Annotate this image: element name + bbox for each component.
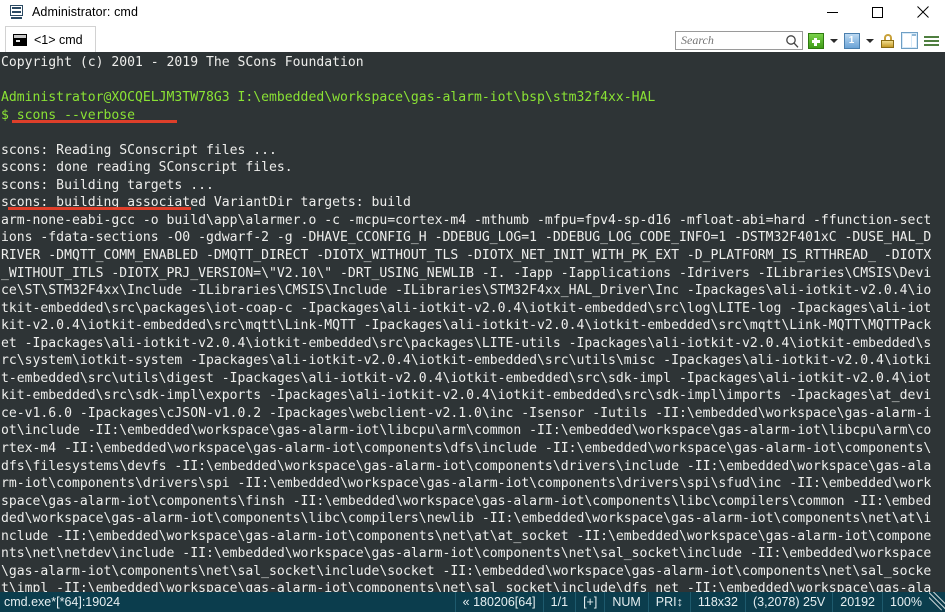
search-icon[interactable] bbox=[785, 34, 799, 48]
terminal-line: rtex-m4 -II:\embedded\workspace\gas-alar… bbox=[1, 441, 932, 457]
terminal-line: arm-none-eabi-gcc -o build\app\alarmer.o… bbox=[1, 212, 932, 228]
terminal-line: nts\net\netdev\include -II:\embedded\wor… bbox=[1, 546, 932, 562]
maximize-button[interactable] bbox=[855, 0, 900, 24]
terminal-line: Administrator@XOCQELJM3TW78G3 I:\embedde… bbox=[1, 90, 656, 106]
status-cell: (3,2078) 25V bbox=[744, 592, 832, 612]
terminal-line: scons: done reading SConscript files. bbox=[1, 160, 293, 176]
terminal-line: rm-iot\components\drivers\spi -II:\embed… bbox=[1, 476, 932, 492]
close-button[interactable] bbox=[900, 0, 945, 24]
console-app-icon bbox=[9, 4, 25, 20]
status-cell: 20192 bbox=[832, 592, 882, 612]
terminal-line: rc\system\iotkit-system -Ipackages\ali-i… bbox=[1, 353, 932, 369]
terminal-line: ce\ST\STM32F4xx\Include -ILibraries\CMSI… bbox=[1, 283, 932, 299]
padlock-icon bbox=[880, 33, 896, 49]
tab-label: <1> cmd bbox=[34, 32, 83, 47]
terminal-line: \gas-alarm-iot\components\net\sal_socket… bbox=[1, 563, 932, 579]
lock-button[interactable] bbox=[878, 31, 897, 50]
console-tab-icon bbox=[13, 33, 27, 46]
tab-toolbar: 1 bbox=[675, 31, 941, 50]
terminal-line: tkit-embedded\src\packages\iot-coap-c -I… bbox=[1, 300, 932, 316]
terminal-output[interactable]: Copyright (c) 2001 - 2019 The SCons Foun… bbox=[0, 52, 945, 592]
underline-gcc-command bbox=[8, 207, 191, 210]
status-cell: 100% bbox=[882, 592, 929, 612]
window-controls bbox=[810, 0, 945, 24]
menu-button[interactable] bbox=[922, 31, 941, 50]
resize-grip[interactable] bbox=[929, 592, 945, 612]
status-cell: NUM bbox=[604, 592, 647, 612]
chevron-down-icon bbox=[865, 38, 874, 43]
terminal-line: ot\include -II:\embedded\workspace\gas-a… bbox=[1, 423, 932, 439]
terminal-line: scons: Building targets ... bbox=[1, 177, 214, 193]
terminal-line: t\impl -II:\embedded\workspace\gas-alarm… bbox=[1, 581, 932, 592]
terminal-line: kit-v2.0.4\iotkit-embedded\src\mqtt\Link… bbox=[1, 318, 932, 334]
rename-tab-button[interactable]: 1 bbox=[842, 31, 861, 50]
terminal-line: kit-embedded\src\sdk-impl\exports -Ipack… bbox=[1, 388, 932, 404]
console-window: Administrator: cmd <1> cmd Search 1 Copy… bbox=[0, 0, 945, 612]
terminal-line: nclude -II:\embedded\workspace\gas-alarm… bbox=[1, 528, 932, 544]
terminal-line: space\gas-alarm-iot\components\finsh -II… bbox=[1, 493, 932, 509]
split-pane-button[interactable] bbox=[900, 31, 919, 50]
terminal-line: scons: Reading SConscript files ... bbox=[1, 142, 277, 158]
new-tab-dropdown[interactable] bbox=[828, 31, 839, 50]
terminal-line: dfs\filesystems\devfs -II:\embedded\work… bbox=[1, 458, 932, 474]
status-cell: [+] bbox=[575, 592, 604, 612]
status-cell: PRI↕ bbox=[647, 592, 690, 612]
underline-scons-verbose bbox=[12, 120, 177, 123]
minimize-button[interactable] bbox=[810, 0, 855, 24]
terminal-line: _WITHOUT_ITLS -DIOTX_PRJ_VERSION=\"V2.10… bbox=[1, 265, 932, 281]
terminal-line: Copyright (c) 2001 - 2019 The SCons Foun… bbox=[1, 55, 364, 70]
tab-bar: <1> cmd 1 bbox=[0, 24, 945, 52]
status-cell: 1/1 bbox=[542, 592, 575, 612]
title-bar: Administrator: cmd bbox=[0, 0, 945, 24]
blue-one-icon: 1 bbox=[843, 32, 860, 49]
status-cells: « 180206[64] 1/1 [+] NUM PRI↕ 118x32 (3,2078) … bbox=[454, 592, 945, 612]
chevron-down-icon bbox=[829, 38, 838, 43]
status-bar: cmd.exe*[*64]:19024 « 180206[64] 1/1 [+] NU… bbox=[0, 592, 945, 612]
terminal-line: ions -fdata-sections -O0 -gdwarf-2 -g -D… bbox=[1, 230, 932, 246]
search-box[interactable] bbox=[675, 31, 803, 50]
terminal-line: ce-v1.6.0 -Ipackages\cJSON-v1.0.2 -Ipack… bbox=[1, 405, 932, 421]
green-plus-icon bbox=[807, 32, 824, 49]
window-title: Administrator: cmd bbox=[32, 5, 138, 19]
terminal-line: ded\workspace\gas-alarm-iot\components\l… bbox=[1, 511, 932, 527]
terminal-line: et -Ipackages\ali-iotkit-v2.0.4\iotkit-e… bbox=[1, 335, 932, 351]
terminal-line: RIVER -DMQTT_COMM_ENABLED -DMQTT_DIRECT … bbox=[1, 248, 932, 264]
new-tab-button[interactable] bbox=[806, 31, 825, 50]
status-cell: 118x32 bbox=[689, 592, 745, 612]
rename-tab-dropdown[interactable] bbox=[864, 31, 875, 50]
search-input[interactable] bbox=[681, 33, 785, 48]
status-cell: « 180206[64] bbox=[454, 592, 543, 612]
status-process: cmd.exe*[*64]:19024 bbox=[4, 595, 121, 609]
hamburger-menu-icon bbox=[923, 34, 940, 48]
panel-split-icon bbox=[901, 32, 918, 49]
tab-cmd-1[interactable]: <1> cmd bbox=[5, 26, 96, 52]
terminal-line: t-embedded\src\utils\digest -Ipackages\a… bbox=[1, 370, 932, 386]
